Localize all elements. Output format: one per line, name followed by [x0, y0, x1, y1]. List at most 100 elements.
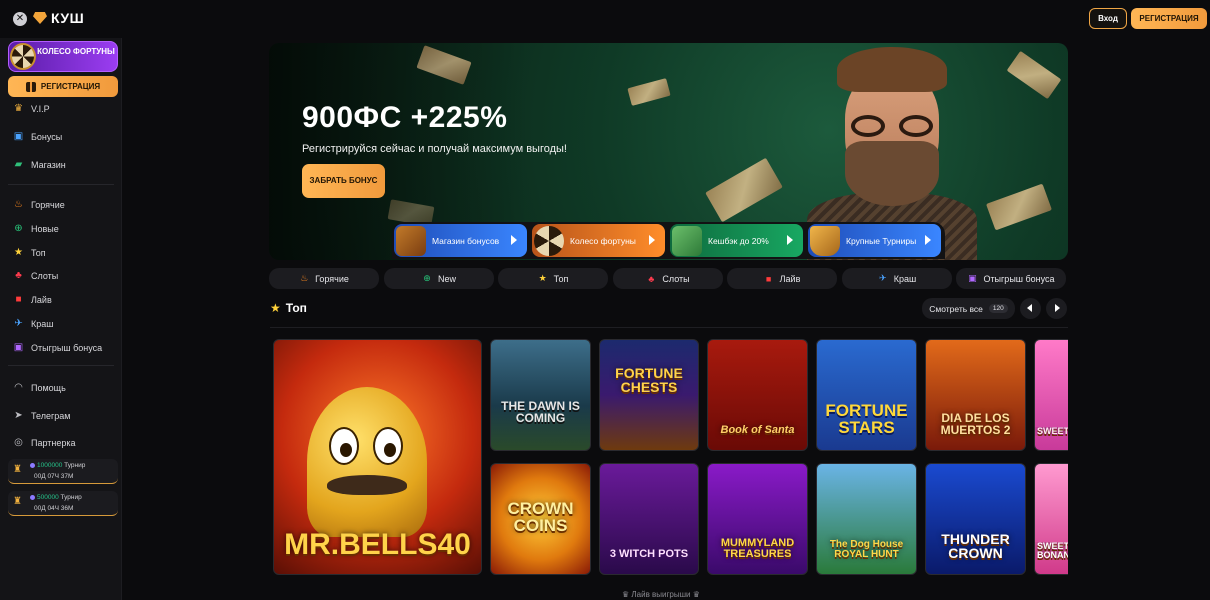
carousel-next-button[interactable]: [1046, 298, 1067, 319]
sidebar-item-slots[interactable]: ♣ Слоты: [13, 270, 58, 281]
category-top[interactable]: ★ Топ: [498, 268, 608, 289]
hero-title: 900ФС +225%: [302, 101, 508, 134]
game-title: The Dog House ROYAL HUNT: [829, 539, 904, 560]
promo-wheel[interactable]: Колесо фортуны: [532, 224, 665, 257]
cherry-icon: ♣: [648, 273, 655, 284]
tournament-timer: 00Д 07Ч 37М: [34, 473, 74, 480]
game-card[interactable]: MUMMYLAND TREASURES: [707, 463, 808, 575]
telegram-icon: ➤: [14, 410, 23, 421]
category-label: New: [437, 273, 456, 284]
sidebar-item-label: Партнерка: [31, 437, 76, 448]
game-card[interactable]: Book of Santa: [707, 339, 808, 451]
tournament-card[interactable]: ♜ 500000 Турнир 00Д 04Ч 36М: [8, 491, 118, 516]
category-live[interactable]: ■ Лайв: [727, 268, 837, 289]
sidebar-item-shop[interactable]: ▰ Магазин: [13, 159, 66, 170]
sidebar-item-top[interactable]: ★ Топ: [13, 247, 46, 258]
trophy-icon: ♜: [13, 464, 22, 475]
sidebar-item-label: Отыгрыш бонуса: [31, 342, 103, 353]
coin-icon: [30, 462, 35, 468]
game-card[interactable]: The Dog House ROYAL HUNT: [816, 463, 917, 575]
category-hot[interactable]: ♨ Горячие: [269, 268, 379, 289]
wheel-label: КОЛЕСО ФОРТУНЫ: [37, 47, 115, 56]
promo-label: Магазин бонусов: [432, 235, 500, 246]
game-card[interactable]: THUNDER CROWN: [925, 463, 1026, 575]
live-wins-text: Лайв выигрыши: [631, 590, 691, 599]
tournament-label: Турнир: [64, 462, 86, 469]
game-card[interactable]: FORTUNE CHESTS: [599, 339, 699, 451]
chevron-right-icon: [787, 235, 793, 245]
sidebar-item-telegram[interactable]: ➤ Телеграм: [13, 410, 70, 421]
wheel-icon: [10, 43, 36, 70]
see-all-button[interactable]: Смотреть все 120: [922, 298, 1015, 319]
sidebar: КОЛЕСО ФОРТУНЫ РЕГИСТРАЦИЯ ♛ V.I.P ▣ Бон…: [0, 38, 122, 600]
login-button[interactable]: Вход: [1089, 8, 1127, 29]
star-icon: ★: [14, 247, 23, 258]
chevron-right-icon: [925, 235, 931, 245]
tournament-timer: 00Д 04Ч 36М: [34, 505, 74, 512]
sidebar-item-label: Телеграм: [31, 410, 71, 421]
sidebar-item-label: Помощь: [31, 382, 66, 393]
game-title: DIA DE LOS MUERTOS 2: [940, 411, 1011, 437]
game-card[interactable]: MR.BELLS40: [273, 339, 482, 575]
category-new[interactable]: ⊕ New: [384, 268, 494, 289]
game-title: Book of Santa: [720, 424, 795, 436]
gift-icon: ▣: [13, 131, 24, 142]
game-card[interactable]: SWEET BONANZA: [1034, 463, 1068, 575]
gift-icon: ▣: [968, 273, 977, 283]
headset-icon: ◠: [14, 382, 23, 393]
category-slots[interactable]: ♣ Слоты: [613, 268, 723, 289]
sidebar-item-hot[interactable]: ♨ Горячие: [13, 199, 65, 210]
dice-icon: ■: [765, 273, 772, 284]
cherry-icon: ♣: [15, 270, 22, 281]
sidebar-item-partner[interactable]: ◎ Партнерка: [13, 437, 76, 448]
game-card[interactable]: FORTUNE STARS: [816, 339, 917, 451]
plus-icon: ⊕: [423, 273, 431, 283]
logo[interactable]: КУШ: [33, 10, 84, 26]
game-card[interactable]: DIA DE LOS MUERTOS 2: [925, 339, 1026, 451]
claim-bonus-button[interactable]: ЗАБРАТЬ БОНУС: [302, 164, 385, 198]
sidebar-item-live[interactable]: ■ Лайв: [13, 294, 51, 305]
plus-icon: ⊕: [14, 223, 23, 234]
game-title: SWEET BONANZA: [1037, 542, 1068, 560]
money-bill-image: [986, 183, 1052, 231]
sidebar-item-wager[interactable]: ▣ Отыгрыш бонуса: [13, 342, 102, 353]
close-icon[interactable]: ✕: [13, 12, 27, 26]
game-card[interactable]: SWEET: [1034, 339, 1068, 451]
carousel-prev-button[interactable]: [1020, 298, 1041, 319]
star-icon: ★: [538, 273, 547, 283]
sidebar-item-bonuses[interactable]: ▣ Бонусы: [13, 131, 62, 142]
category-wager[interactable]: ▣ Отыгрыш бонуса: [956, 268, 1066, 289]
gift-icon: ▣: [13, 342, 24, 353]
diamond-icon: [33, 12, 47, 24]
sidebar-item-new[interactable]: ⊕ Новые: [13, 223, 58, 234]
game-card[interactable]: CROWN COINS: [490, 463, 591, 575]
category-crash[interactable]: ✈ Краш: [842, 268, 952, 289]
crown-icon: ♛: [692, 590, 700, 599]
game-title: MUMMYLAND TREASURES: [720, 537, 795, 560]
promo-bonus-shop[interactable]: Магазин бонусов: [394, 224, 527, 257]
wheel-of-fortune-card[interactable]: КОЛЕСО ФОРТУНЫ: [8, 41, 118, 72]
promo-tournaments[interactable]: Крупные Турниры: [808, 224, 941, 257]
divider: [270, 327, 1068, 328]
sidebar-item-help[interactable]: ◠ Помощь: [13, 382, 66, 393]
sidebar-register-label: РЕГИСТРАЦИЯ: [40, 82, 101, 91]
game-card[interactable]: 3 WITCH POTS: [599, 463, 699, 575]
game-card[interactable]: THE DAWN IS COMING: [490, 339, 591, 451]
game-title: MR.BELLS40: [284, 528, 471, 561]
game-title: CROWN COINS: [507, 499, 574, 535]
tournament-card[interactable]: ♜ 1000000 Турнир 00Д 07Ч 37М: [8, 459, 118, 484]
trophy-icon: [810, 225, 840, 256]
sidebar-item-crash[interactable]: ✈ Краш: [13, 318, 53, 329]
coin-icon: [30, 494, 35, 500]
promo-cashback[interactable]: Кешбэк до 20%: [670, 224, 803, 257]
wheel-icon: [534, 225, 564, 256]
sidebar-register-button[interactable]: РЕГИСТРАЦИЯ: [8, 76, 118, 97]
chest-icon: [396, 225, 426, 256]
sidebar-item-vip[interactable]: ♛ V.I.P: [13, 103, 50, 114]
promo-label: Кешбэк до 20%: [708, 235, 769, 246]
register-button[interactable]: РЕГИСТРАЦИЯ: [1131, 8, 1207, 29]
category-label: Горячие: [315, 273, 349, 284]
sidebar-item-label: Слоты: [31, 270, 59, 281]
game-title: FORTUNE STARS: [825, 401, 908, 437]
gift-icon: [25, 81, 36, 92]
